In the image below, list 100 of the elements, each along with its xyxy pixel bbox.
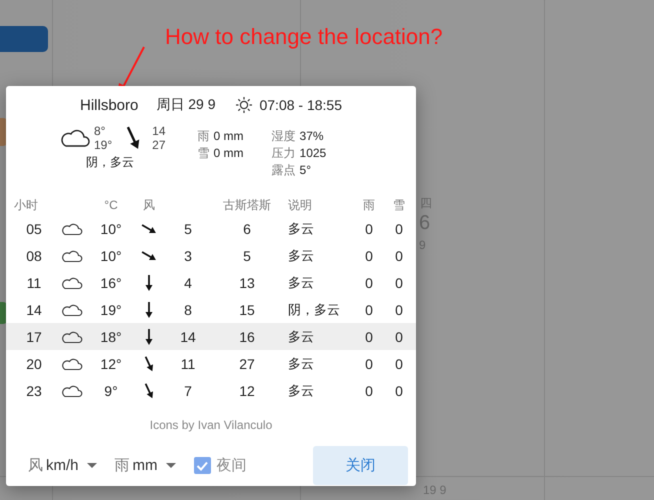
night-label: 夜间 [216,456,247,475]
rain-cell: 0 [365,382,373,398]
wind-cell: 14 [180,328,196,344]
column-header: °C [104,198,118,212]
temp-cell: 18° [100,328,122,344]
stat-label: 湿度 [272,128,296,145]
column-header: 说明 [287,196,312,214]
description-cell-text: 多云 [287,354,314,372]
description-cell-text: 多云 [287,382,314,400]
forecast-row[interactable]: 17 18° 14 16 多云 0 0 [6,323,416,350]
column-header: 小时 [14,196,38,214]
precip-value: 0 mm [214,145,244,162]
cloud-icon [61,330,83,344]
precip-label: 雨 [198,128,210,145]
precip-label: 雪 [198,145,210,162]
gusts-cell: 15 [239,302,255,318]
precip-value: 0 mm [214,128,244,145]
rain-unit-dropdown[interactable]: 雨 mm [110,452,180,479]
location-name: Hillsboro [80,96,138,114]
snow-cell: 0 [395,220,403,236]
weather-description: 阴，多云 [86,154,134,171]
temp-cell: 16° [100,274,122,290]
hour-cell: 17 [26,328,42,344]
description-cell-text: 多云 [287,220,314,238]
cloud-icon [61,276,83,290]
date-text: 周日 29 9 [156,96,216,114]
wind-gusts: 27 [152,138,166,152]
forecast-row[interactable]: 05 10° 5 6 多云 0 0 [6,215,416,242]
snow-cell: 0 [395,274,403,290]
cloud-icon [60,128,90,148]
night-checkbox[interactable] [194,457,211,474]
column-header: 风 [143,196,155,214]
stat-label: 露点 [272,162,296,179]
hour-cell: 05 [26,220,42,236]
forecast-row[interactable]: 14 19° 8 15 阴，多云 0 0 [6,296,416,323]
wind-speed: 14 [152,124,166,138]
hour-cell: 14 [26,302,42,318]
temp-cell: 12° [100,356,122,372]
sun-times: 07:08 - 18:55 [259,97,342,113]
snow-cell: 0 [395,328,403,344]
wind-unit-dropdown[interactable]: 风 km/h [24,452,101,479]
snow-cell: 0 [395,356,403,372]
snow-cell: 0 [395,382,403,398]
wind-cell: 7 [184,382,192,398]
stat-value: 1025 [300,145,326,162]
rain-cell: 0 [365,274,373,290]
stat-label: 压力 [272,145,296,162]
temp-high: 19° [94,138,112,152]
sun-icon [235,96,254,114]
rain-cell: 0 [365,220,373,236]
column-header: 雪 [393,196,405,214]
rain-cell: 0 [365,248,373,264]
forecast-row[interactable]: 20 12° 11 27 多云 0 0 [6,350,416,377]
temp-cell: 19° [100,302,122,318]
wind-cell: 3 [184,248,192,264]
description-cell-text: 多云 [287,246,314,264]
temp-cell: 10° [100,248,122,264]
wind-arrow-icon [144,300,154,318]
wind-arrow-icon [144,328,154,346]
hour-cell: 08 [26,248,42,264]
gusts-cell: 27 [239,356,255,372]
cloud-icon [61,384,83,398]
hour-cell: 20 [26,356,42,372]
cloud-icon [61,302,83,316]
description-cell-text: 多云 [287,328,314,346]
column-header: 古斯塔斯 [223,196,271,214]
rain-cell: 0 [365,302,373,318]
caret-icon [86,462,97,468]
wind-cell: 11 [180,356,196,372]
close-button[interactable]: 关闭 [313,446,408,485]
description-cell-text: 多云 [287,274,314,292]
wind-cell: 5 [184,220,192,236]
forecast-row[interactable]: 23 9° 7 12 多云 0 0 [6,377,416,404]
icon-credit: Icons by Ivan Vilanculo [150,418,272,432]
cloud-icon [61,356,83,370]
cloud-icon [61,248,83,262]
gusts-cell: 13 [239,274,255,290]
rain-cell: 0 [365,328,373,344]
cloud-icon [61,222,83,236]
gusts-cell: 16 [239,328,255,344]
wind-arrow-icon [144,274,154,292]
snow-cell: 0 [395,248,403,264]
rain-cell: 0 [365,356,373,372]
description-cell-text: 阴，多云 [287,300,340,318]
annotation-text: How to change the location? [165,24,443,50]
gusts-cell: 6 [243,220,251,236]
temp-low: 8° [94,124,106,138]
temp-cell: 9° [104,382,118,398]
temp-cell: 10° [100,220,122,236]
forecast-row[interactable]: 08 10° 3 5 多云 0 0 [6,242,416,269]
stat-value: 5° [300,162,311,179]
gusts-cell: 5 [243,248,251,264]
hour-cell: 23 [26,382,42,398]
gusts-cell: 12 [239,382,255,398]
wind-cell: 8 [184,302,192,318]
snow-cell: 0 [395,302,403,318]
column-header: 雨 [363,196,375,214]
caret-icon [166,462,176,468]
forecast-row[interactable]: 11 16° 4 13 多云 0 0 [6,269,416,296]
hour-cell: 11 [26,274,42,290]
